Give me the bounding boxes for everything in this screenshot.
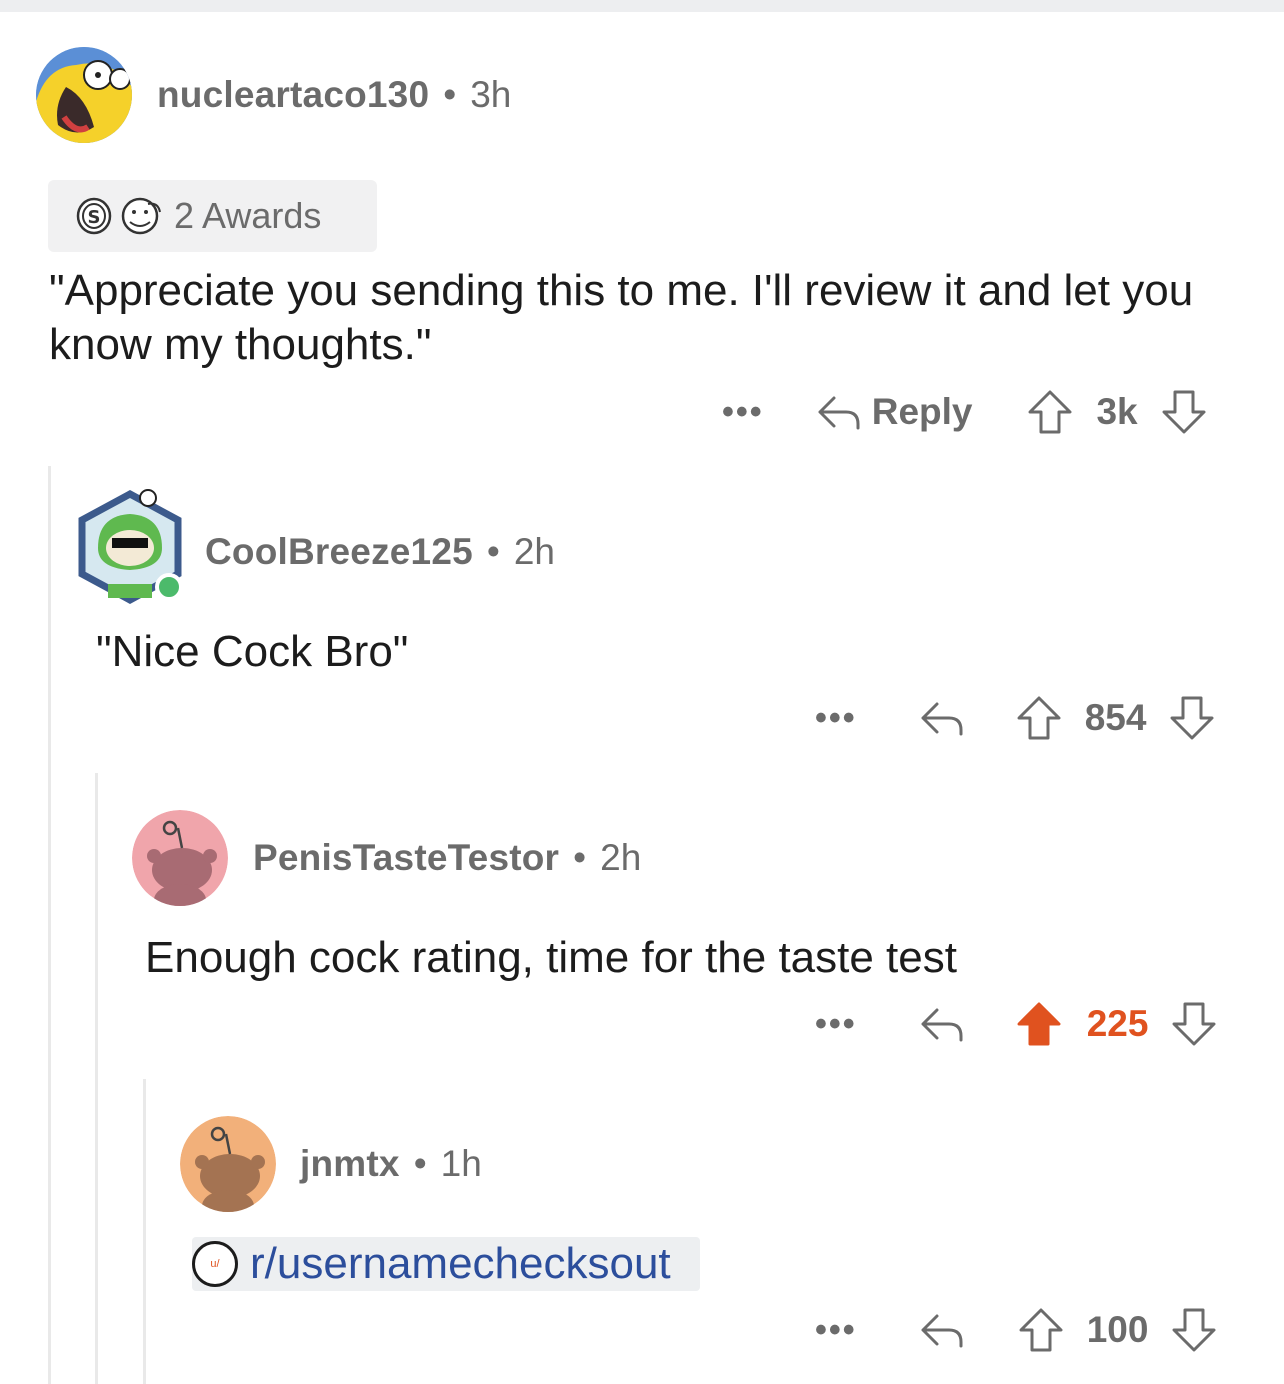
thread-line-level2[interactable] xyxy=(95,773,98,1384)
separator-dot: • xyxy=(413,1143,427,1184)
comment-body: Enough cock rating, time for the taste t… xyxy=(145,933,957,982)
upvote-button[interactable] xyxy=(1026,388,1074,436)
thread-line-level3[interactable] xyxy=(143,1079,146,1384)
reply-icon xyxy=(921,702,963,736)
upvote-button[interactable] xyxy=(1015,694,1063,742)
reply-button[interactable]: Reply xyxy=(816,391,973,433)
more-options-button[interactable]: ••• xyxy=(815,1311,857,1350)
avatar[interactable] xyxy=(36,47,132,143)
downvote-arrow-icon xyxy=(1170,696,1214,740)
more-options-button[interactable]: ••• xyxy=(815,699,857,738)
reply-icon xyxy=(921,1008,963,1042)
comment-body: "Appreciate you sending this to me. I'll… xyxy=(49,266,1194,369)
reply-button[interactable] xyxy=(919,1004,965,1044)
avatar[interactable] xyxy=(132,810,228,906)
vote-score: 3k xyxy=(1096,391,1138,432)
avatar-image-icon xyxy=(36,47,132,143)
comment-body: "Nice Cock Bro" xyxy=(96,627,409,676)
comment-actions: ••• 854 xyxy=(815,694,1216,742)
timestamp: 2h xyxy=(513,531,556,572)
thread-line-level1[interactable] xyxy=(48,466,51,1384)
awards-badge[interactable]: S 2 Awards xyxy=(48,180,377,252)
upvote-arrow-filled-icon xyxy=(1017,1002,1061,1046)
svg-text:S: S xyxy=(88,207,101,228)
timestamp: 2h xyxy=(600,837,642,878)
username[interactable]: nucleartaco130 xyxy=(157,74,429,116)
silver-award-icon: S xyxy=(76,197,112,235)
reply-button[interactable] xyxy=(919,698,965,738)
username[interactable]: jnmtx xyxy=(300,1143,400,1185)
upvote-button[interactable] xyxy=(1017,1306,1065,1354)
comment-actions: ••• 225 xyxy=(815,1000,1218,1048)
timestamp: 3h xyxy=(470,74,512,115)
snoo-avatar-icon xyxy=(180,1116,276,1212)
comment-header: jnmtx • 1h xyxy=(300,1143,482,1185)
downvote-arrow-icon xyxy=(1172,1308,1216,1352)
upvote-arrow-icon xyxy=(1028,390,1072,434)
downvote-button[interactable] xyxy=(1168,694,1216,742)
reply-button[interactable] xyxy=(919,1310,965,1350)
comment-actions: ••• 100 xyxy=(815,1306,1218,1354)
downvote-button[interactable] xyxy=(1160,388,1208,436)
comment-header: PenisTasteTestor • 2h xyxy=(253,837,641,879)
reply-icon xyxy=(818,396,860,430)
avatar-image-icon xyxy=(78,489,183,604)
awards-label: 2 Awards xyxy=(174,195,322,236)
upvote-arrow-icon xyxy=(1017,696,1061,740)
upvote-button-active[interactable] xyxy=(1015,1000,1063,1048)
vote-score: 225 xyxy=(1086,1003,1149,1044)
more-options-button[interactable]: ••• xyxy=(722,393,764,432)
downvote-button[interactable] xyxy=(1170,1306,1218,1354)
downvote-arrow-icon xyxy=(1162,390,1206,434)
username[interactable]: CoolBreeze125 xyxy=(205,531,473,573)
reply-label: Reply xyxy=(871,391,973,432)
vote-score: 100 xyxy=(1086,1309,1149,1350)
user-badge-icon: u/ xyxy=(192,1241,238,1287)
comment-actions: ••• Reply 3k xyxy=(722,388,1208,436)
comment-header: nucleartaco130 • 3h xyxy=(157,74,511,116)
more-options-button[interactable]: ••• xyxy=(815,1005,857,1044)
top-bar xyxy=(0,0,1284,12)
subreddit-link[interactable]: u/ r/usernamechecksout xyxy=(192,1237,700,1291)
snoo-avatar-icon xyxy=(132,810,228,906)
separator-dot: • xyxy=(443,74,457,115)
comment-header: CoolBreeze125 • 2h xyxy=(205,531,555,573)
separator-dot: • xyxy=(486,531,500,572)
wholesome-award-icon xyxy=(121,197,161,235)
username[interactable]: PenisTasteTestor xyxy=(253,837,559,879)
reply-icon xyxy=(921,1314,963,1348)
avatar[interactable] xyxy=(78,488,188,604)
vote-score: 854 xyxy=(1084,697,1147,738)
separator-dot: • xyxy=(573,837,587,878)
downvote-button[interactable] xyxy=(1170,1000,1218,1048)
upvote-arrow-icon xyxy=(1019,1308,1063,1352)
subreddit-link-text[interactable]: r/usernamechecksout xyxy=(250,1239,671,1289)
avatar[interactable] xyxy=(180,1116,276,1212)
timestamp: 1h xyxy=(440,1143,482,1184)
downvote-arrow-icon xyxy=(1172,1002,1216,1046)
